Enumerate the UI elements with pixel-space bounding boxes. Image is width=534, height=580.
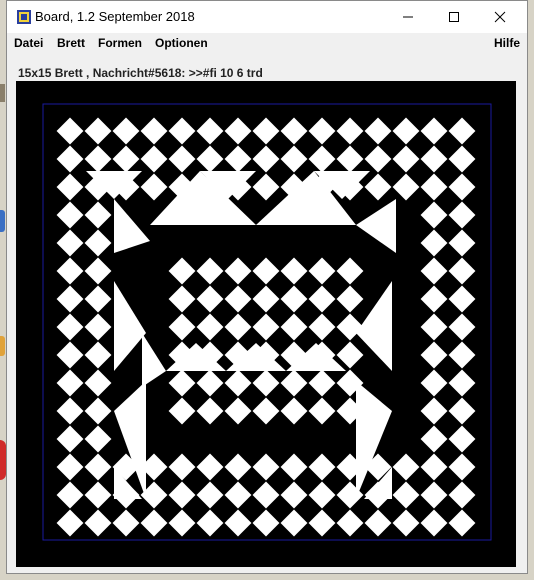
board-window: Board, 1.2 September 2018 Datei Brett Fo… (6, 0, 528, 574)
menu-hilfe[interactable]: Hilfe (494, 36, 520, 50)
window-title: Board, 1.2 September 2018 (35, 9, 195, 24)
board-canvas[interactable] (16, 81, 516, 567)
minimize-icon (403, 16, 413, 18)
title-bar[interactable]: Board, 1.2 September 2018 (7, 1, 527, 33)
menu-bar: Datei Brett Formen Optionen Hilfe (7, 33, 527, 53)
maximize-button[interactable] (431, 1, 477, 33)
menu-optionen[interactable]: Optionen (155, 36, 208, 50)
menu-brett[interactable]: Brett (57, 36, 85, 50)
close-icon (494, 11, 506, 23)
close-button[interactable] (477, 1, 523, 33)
app-icon (17, 10, 31, 24)
status-message: 15x15 Brett , Nachricht#5618: >>#fi 10 6… (18, 66, 263, 80)
desktop-icon-app-blue[interactable] (0, 210, 5, 232)
menu-datei[interactable]: Datei (14, 36, 43, 50)
menu-formen[interactable]: Formen (98, 36, 142, 50)
maximize-icon (449, 12, 459, 22)
desktop-icon-folder[interactable] (0, 84, 5, 102)
desktop-icon-app-orange[interactable] (0, 336, 5, 356)
minimize-button[interactable] (385, 1, 431, 33)
